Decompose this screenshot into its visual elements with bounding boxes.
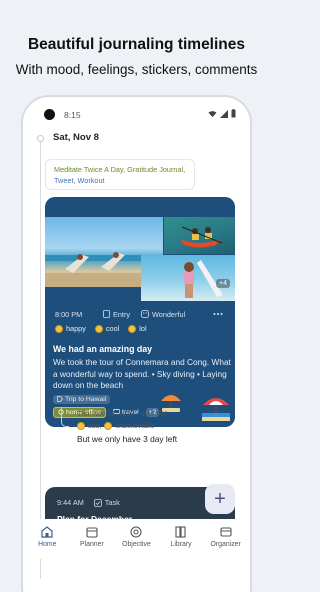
entry-meta-row: 8:00 PM Entry Wonderful: [45, 307, 235, 321]
habit-separator: ,: [123, 165, 126, 174]
wifi-icon: [208, 110, 217, 117]
nav-home[interactable]: Home: [27, 525, 67, 559]
comment-time: Thu, Nov 14, 2019 - 8:15 PM: [77, 411, 167, 418]
timeline-date: Sat, Nov 8: [53, 132, 99, 143]
entry-body: We took the tour of Connemara and Cong. …: [53, 357, 231, 390]
task-type: Task: [104, 498, 120, 507]
comment-text: But we only have 3 day left: [77, 434, 178, 444]
nav-label: Home: [38, 541, 57, 548]
task-time: 9:44 AM: [57, 498, 84, 507]
smiley-icon: [141, 310, 149, 318]
checkbox-icon: [93, 498, 102, 507]
entry-title: We had an amazing day: [53, 344, 153, 354]
entry-time: 8:00 PM: [55, 309, 83, 319]
lol-emoji-icon: [128, 324, 137, 333]
more-options-button[interactable]: [213, 312, 223, 316]
nav-label: Objective: [122, 541, 151, 548]
happy-emoji-icon: [55, 324, 63, 333]
status-time: 8:15: [64, 110, 81, 120]
feeling-label: happy: [66, 324, 86, 333]
habit-meditate: Meditate Twice A Day: [54, 165, 124, 174]
bottom-navigation: Home Planner Objective Library Organizer: [23, 519, 250, 559]
habit-gratitude: Gratitude Journal: [127, 165, 184, 174]
add-entry-button[interactable]: +: [205, 484, 235, 514]
more-horizontal-icon: [213, 313, 223, 315]
feeling-chip[interactable]: happy: [55, 324, 86, 333]
habit-separator: ,: [73, 175, 76, 185]
feeling-chip[interactable]: cool: [94, 324, 120, 333]
habits-card[interactable]: Meditate Twice A Day, Gratitude Journal,…: [45, 159, 195, 190]
nav-organizer[interactable]: Organizer: [206, 525, 246, 559]
promo-subline: With mood, feelings, stickers, comments: [15, 62, 258, 77]
battery-icon: [231, 109, 236, 118]
entry-type-group: Entry: [103, 310, 130, 319]
camera-cutout: [44, 109, 55, 120]
comment-mood-row: sad, unbelievable: [77, 422, 155, 430]
system-icons: [208, 109, 236, 118]
promo-headline: Beautiful journaling timelines: [27, 36, 246, 53]
nav-library[interactable]: Library: [161, 525, 201, 559]
cool-emoji-icon: [94, 324, 103, 333]
books-icon: [175, 526, 186, 538]
photo-kayak[interactable]: [164, 217, 235, 254]
nav-label: Planner: [80, 541, 104, 548]
entry-time-group: 8:00 PM: [55, 310, 82, 319]
entry-card[interactable]: +4 8:00 PM Entry Wonderful happy cool lo…: [45, 197, 235, 427]
home-icon: [41, 526, 53, 538]
nav-objective[interactable]: Objective: [116, 525, 156, 559]
feelings-row: happy cool lol: [55, 324, 147, 333]
habit-tweet: Tweet: [54, 175, 74, 185]
entry-mood-label: Wonderful: [152, 309, 186, 319]
document-icon: [103, 310, 110, 318]
nav-planner[interactable]: Planner: [72, 525, 112, 559]
nav-label: Organizer: [210, 541, 241, 548]
sad-emoji-icon: [77, 422, 85, 430]
status-bar: 8:15: [23, 97, 250, 127]
comment-mood-label: unbelievable: [115, 422, 155, 430]
feeling-label: cool: [105, 324, 120, 333]
entry-mood-group: Wonderful: [141, 310, 185, 319]
target-icon: [130, 526, 143, 538]
organizer-icon: [220, 527, 232, 537]
feeling-chip[interactable]: lol: [128, 324, 147, 333]
nav-label: Library: [170, 541, 192, 548]
photo-surfer[interactable]: [141, 255, 235, 301]
signal-icon: [220, 109, 228, 118]
tag-icon: [57, 396, 63, 402]
unbelievable-emoji-icon: [104, 422, 113, 430]
entry-type: Entry: [113, 309, 131, 319]
task-type-group: Task: [93, 498, 120, 507]
date-dot: [37, 135, 44, 142]
comment-connector: [61, 407, 69, 427]
surfer-illustration: [184, 260, 223, 298]
more-photos-badge[interactable]: +4: [216, 279, 230, 288]
habit-separator: ,: [183, 165, 186, 174]
timeline-line: [40, 139, 41, 579]
feeling-label: lol: [139, 324, 147, 333]
task-meta-row: 9:44 AM Task: [57, 498, 120, 507]
phone-frame: 8:15 Sat, Nov 8 Meditate Twice A Day, Gr…: [21, 95, 252, 592]
habit-workout: Workout: [77, 175, 105, 185]
kayak-illustration: [180, 226, 223, 248]
calendar-icon: [86, 527, 98, 538]
comment-mood-label: sad,: [88, 422, 102, 430]
comment-card[interactable]: Thu, Nov 14, 2019 - 8:15 PM sad, unbelie…: [69, 400, 207, 453]
